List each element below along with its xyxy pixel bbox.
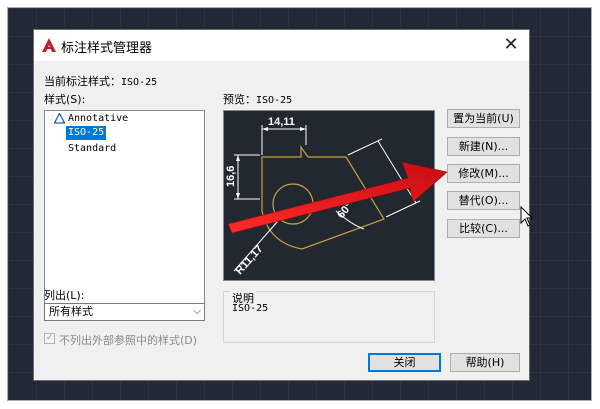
description-value: ISO-25 [232,303,269,314]
modify-style-button[interactable]: 修改(M)... [447,164,520,183]
dim-left-label: 16,6 [225,166,237,187]
style-item-iso-25[interactable]: ISO-25 [66,126,107,140]
compare-styles-button[interactable]: 比较(C)... [447,219,520,238]
styles-list[interactable]: Annotative ISO-25 Standard [44,110,205,317]
dim-angle-label: 60° [335,200,355,220]
override-style-button[interactable]: 替代(O)... [447,191,520,210]
annotative-icon [54,113,65,124]
preview-label: 预览： [223,93,256,106]
current-style-caption: 当前标注样式：ISO-25 [44,73,157,89]
preview-caption: 预览：ISO-25 [223,91,292,107]
description-panel: 说明 ISO-25 [223,290,435,343]
preview-drawing: 14,11 16,6 60° R11,17 [225,116,421,277]
list-filter-value: 所有样式 [49,305,93,318]
exclude-xref-checkbox[interactable]: ✓ [44,333,55,344]
list-label: 列出(L): [44,289,85,302]
style-item-annotative[interactable]: Annotative [54,112,129,126]
chevron-down-icon: ⌵ [193,306,201,317]
title-bar: 标注样式管理器 ✕ [34,30,529,61]
mouse-cursor-icon [520,206,534,227]
exclude-xref-label: 不列出外部参照中的样式(D) [59,334,198,347]
set-current-button[interactable]: 置为当前(U) [447,109,520,128]
style-item-label: Annotative [68,113,129,124]
dimension-style-manager-dialog: 标注样式管理器 ✕ 当前标注样式：ISO-25 样式(S): Annotativ… [33,29,530,381]
close-icon[interactable]: ✕ [499,33,523,57]
preview-style-name: ISO-25 [256,95,293,106]
style-item-standard[interactable]: Standard [68,142,116,156]
new-style-button[interactable]: 新建(N)... [447,137,520,156]
style-item-label: ISO-25 [68,127,105,138]
styles-label: 样式(S): [44,93,86,106]
autocad-logo-icon [42,38,56,52]
dialog-title: 标注样式管理器 [61,41,153,56]
dim-top-label: 14,11 [268,116,295,128]
close-button[interactable]: 关闭 [368,353,441,372]
dim-radius-label: R11,17 [233,243,265,277]
current-style-value: ISO-25 [121,77,158,88]
style-item-label: Standard [68,143,117,154]
list-filter-select[interactable]: 所有样式 ⌵ [44,303,205,321]
style-preview: 14,11 16,6 60° R11,17 [223,110,435,281]
help-button[interactable]: 帮助(H) [450,353,520,372]
current-style-label: 当前标注样式： [44,75,121,88]
